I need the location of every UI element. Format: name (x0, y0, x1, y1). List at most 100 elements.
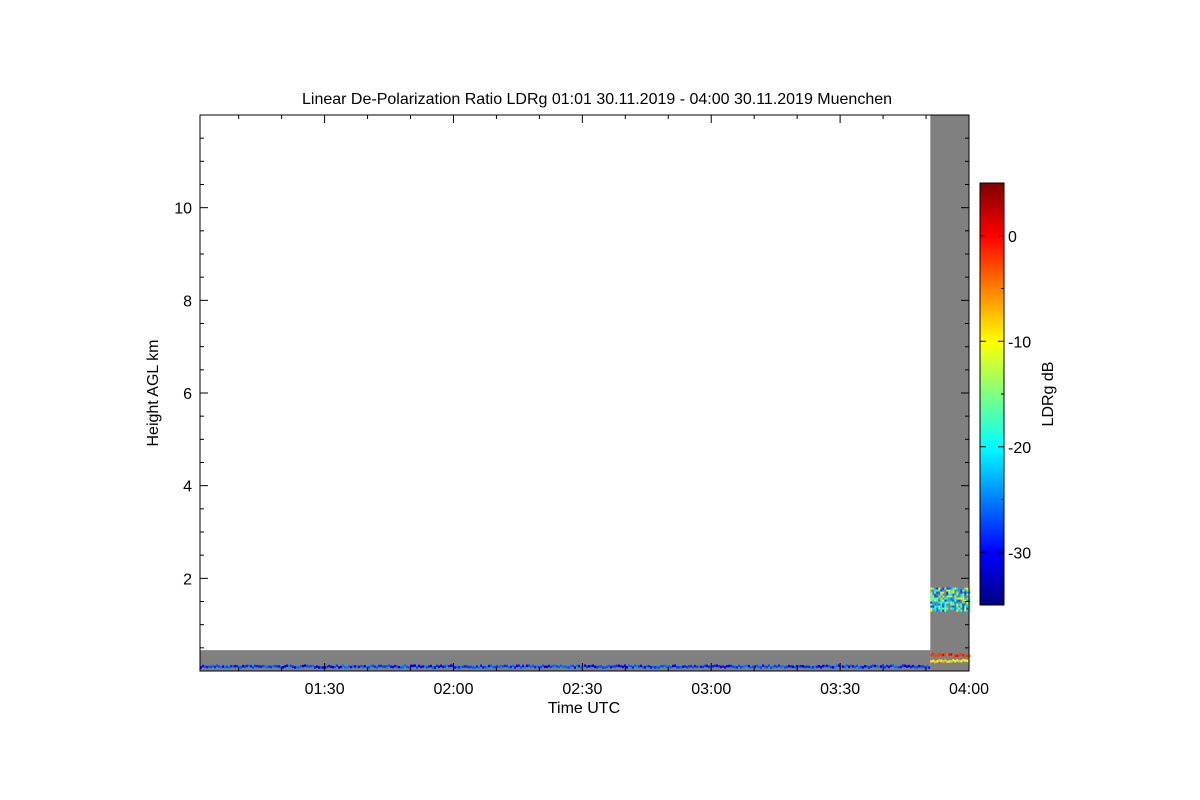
data-cell (798, 665, 800, 668)
data-cell (510, 665, 512, 669)
data-cell (376, 666, 378, 669)
data-cell (718, 665, 720, 668)
data-cell (738, 664, 740, 668)
data-cell (946, 597, 949, 600)
data-cell (946, 591, 949, 594)
data-cell (572, 664, 574, 668)
data-cell (948, 591, 951, 594)
data-cell (962, 607, 965, 610)
data-cell (530, 665, 532, 669)
data-cell (684, 665, 686, 668)
data-cell (930, 593, 933, 596)
data-cell (726, 664, 728, 668)
data-cell (242, 664, 244, 668)
data-cell (964, 593, 967, 596)
data-cell (692, 665, 694, 669)
data-cell (358, 665, 360, 669)
data-cell (392, 665, 394, 669)
data-cell (930, 660, 933, 663)
data-cell (942, 609, 945, 612)
data-cell (966, 659, 969, 663)
data-cell (390, 665, 392, 668)
y-axis-label: Height AGL km (145, 339, 162, 446)
data-cell (404, 664, 406, 667)
data-cell (950, 587, 953, 590)
data-cell (956, 593, 959, 596)
data-cell (962, 589, 965, 592)
data-cell (334, 665, 336, 669)
data-cell (936, 607, 939, 610)
data-cell (426, 665, 428, 669)
data-cell (542, 664, 544, 668)
data-cell (948, 601, 951, 604)
data-cell (954, 599, 957, 602)
data-cell (952, 659, 955, 662)
data-cell (940, 599, 943, 602)
data-cell (414, 664, 416, 667)
data-cell (438, 665, 440, 669)
data-cell (944, 587, 947, 590)
data-cell (422, 665, 424, 668)
data-cell (296, 666, 298, 669)
data-cell (892, 664, 894, 667)
data-cell (252, 666, 254, 669)
data-cell (612, 665, 614, 668)
data-cell (642, 665, 644, 669)
data-cell (934, 593, 937, 596)
colorbar-tick-label: -30 (1008, 545, 1031, 562)
data-cell (828, 664, 830, 668)
data-cell (536, 665, 538, 668)
data-cell (408, 666, 410, 669)
data-cell (488, 664, 490, 668)
data-cell (588, 665, 590, 668)
data-cell (946, 609, 949, 612)
data-cell (248, 664, 250, 667)
data-cell (824, 664, 826, 668)
data-cell (330, 665, 332, 668)
data-cell (348, 665, 350, 668)
data-cell (936, 654, 939, 657)
data-cell (664, 664, 666, 668)
data-cell (958, 603, 961, 606)
data-cell (930, 653, 933, 657)
data-cell (416, 666, 418, 669)
data-cell (748, 664, 750, 668)
data-cell (624, 664, 626, 667)
data-cell (956, 605, 959, 608)
data-cell (936, 589, 939, 592)
data-cell (244, 665, 246, 668)
data-cell (944, 609, 947, 612)
data-cell (580, 666, 582, 669)
data-cell (504, 664, 506, 668)
data-cell (772, 665, 774, 669)
x-tick-label: 03:00 (691, 681, 731, 698)
data-cell (882, 664, 884, 667)
data-cell (290, 664, 292, 668)
data-cell (354, 665, 356, 668)
data-cell (894, 665, 896, 669)
data-cell (800, 664, 802, 668)
data-cell (606, 665, 608, 669)
data-cell (934, 597, 937, 600)
data-cell (460, 665, 462, 669)
data-cell (760, 666, 762, 669)
data-cell (946, 607, 949, 610)
data-cell (498, 665, 500, 668)
data-cell (964, 607, 967, 610)
data-cell (398, 665, 400, 669)
data-cell (956, 607, 959, 610)
data-cell (950, 593, 953, 596)
colorbar-tick-label: -20 (1008, 440, 1031, 457)
colorbar-label: LDRg dB (1040, 362, 1057, 427)
data-cell (730, 664, 732, 668)
data-cell (562, 665, 564, 668)
data-cell (272, 665, 274, 668)
data-cell (936, 587, 939, 590)
data-cell (294, 666, 296, 669)
data-cell (774, 664, 776, 668)
data-cell (850, 664, 852, 668)
data-cell (900, 665, 902, 669)
data-cell (880, 665, 882, 668)
data-cell (930, 601, 933, 604)
data-cell (930, 607, 933, 610)
